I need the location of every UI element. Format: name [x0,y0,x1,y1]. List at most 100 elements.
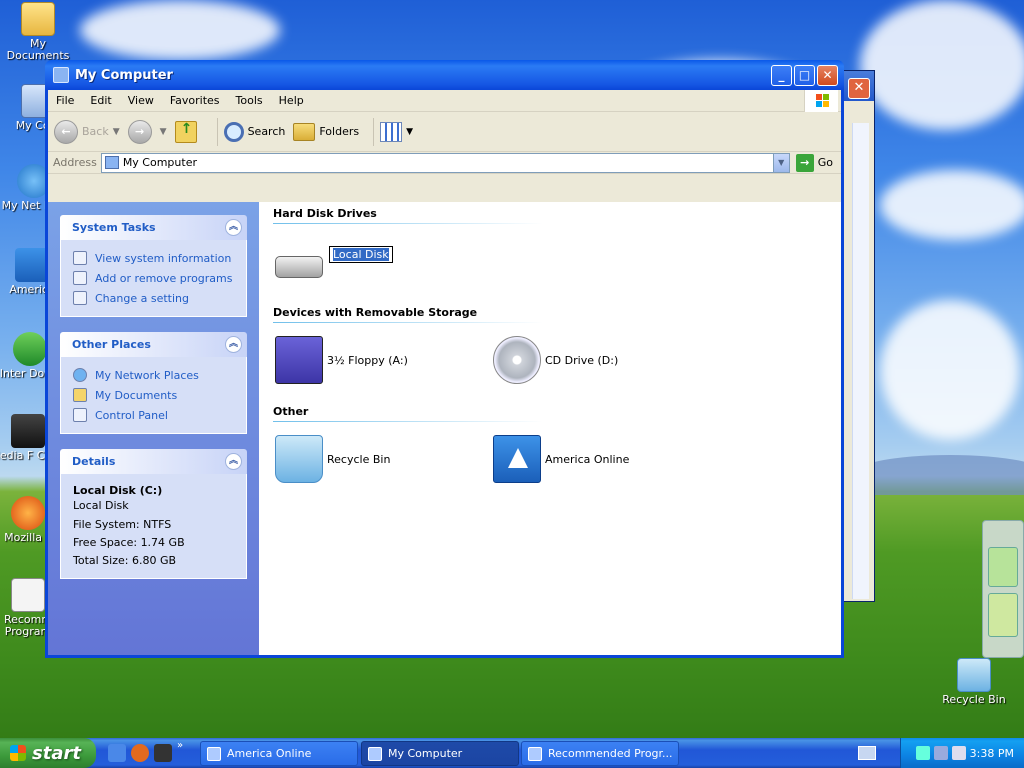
aol-icon [15,248,49,282]
window-client-area: File Edit View Favorites Tools Help ← Ba… [48,90,841,655]
computer-icon [368,746,382,761]
desktop-icon-recycle-bin[interactable]: Recycle Bin [936,658,1012,706]
menu-file[interactable]: File [48,94,82,107]
address-label: Address [53,156,97,169]
go-button[interactable]: → Go [795,153,833,172]
system-tasks-header[interactable]: System Tasks ︽ [60,215,247,240]
document-icon [11,578,45,612]
ie-icon[interactable] [108,744,126,762]
taskbar-item-america-online[interactable]: America Online [200,741,358,766]
link-view-system-information[interactable]: View system information [73,248,238,268]
background-window-scrollbar[interactable] [852,123,869,599]
menu-tools[interactable]: Tools [228,94,271,107]
aol-icon [207,746,221,761]
mailbox-icon[interactable] [988,547,1018,587]
keyboard-icon[interactable] [858,746,876,760]
running-man-icon[interactable] [988,593,1018,637]
background-window-close-button[interactable]: ✕ [848,78,870,99]
network-tray-icon[interactable] [915,746,930,760]
cd-drive-icon [493,336,541,384]
window-title: My Computer [75,67,173,83]
taskbar: start » America Online My Computer Recom… [0,738,1024,768]
item-floppy-drive[interactable]: 3½ Floppy (A:) [275,336,408,384]
views-icon [380,121,403,142]
menu-favorites[interactable]: Favorites [162,94,228,107]
aol-tray-icon[interactable] [951,746,966,760]
cloud [880,300,1020,440]
address-bar: Address My Computer ▼ → Go [48,152,841,174]
firefox-icon[interactable] [131,744,149,762]
item-america-online[interactable]: America Online [493,435,629,483]
taskbar-item-recommended-programs[interactable]: Recommended Progr... [521,741,679,766]
collapse-chevron-icon[interactable]: ︽ [225,219,242,236]
collapse-chevron-icon[interactable]: ︽ [225,336,242,353]
start-button[interactable]: start [0,738,96,768]
folders-button[interactable]: Folders [293,122,359,141]
item-cd-drive[interactable]: CD Drive (D:) [493,336,618,384]
windows-logo-icon [10,745,26,761]
quick-launch-chevron-icon[interactable]: » [177,740,183,762]
volume-tray-icon[interactable] [933,746,948,760]
taskbar-item-my-computer[interactable]: My Computer [361,741,519,766]
collapse-chevron-icon[interactable]: ︽ [225,453,242,470]
search-button[interactable]: Search [223,121,285,142]
menu-bar: File Edit View Favorites Tools Help [48,90,841,112]
folder-icon [21,2,55,36]
recycle-bin-icon [957,658,991,692]
system-info-icon [73,251,87,265]
distant-hill [850,455,1024,495]
link-my-documents[interactable]: My Documents [73,385,238,405]
details-type: Local Disk [73,499,129,512]
toolbar-separator [373,117,375,146]
menu-view[interactable]: View [120,94,162,107]
my-computer-window[interactable]: My Computer _ □ ✕ File Edit View Favorit… [45,60,844,658]
group-removable-storage: Devices with Removable Storage [273,306,543,323]
clock[interactable]: 3:38 PM [970,747,1014,760]
back-dropdown-icon[interactable]: ▼ [113,127,120,137]
item-recycle-bin[interactable]: Recycle Bin [275,435,390,483]
aim-buddy-widget[interactable] [982,520,1024,658]
link-change-setting[interactable]: Change a setting [73,288,238,308]
window-titlebar[interactable]: My Computer _ □ ✕ [48,60,841,90]
close-button[interactable]: ✕ [817,64,838,86]
explorer-body: System Tasks ︽ View system information A… [48,202,841,655]
forward-dropdown-icon[interactable]: ▼ [160,127,167,137]
back-arrow-icon: ← [54,119,78,144]
floppy-drive-icon [275,336,323,384]
forward-button[interactable]: → ▼ [127,119,167,144]
desktop-icon-my-documents[interactable]: My Documents [0,2,76,62]
document-icon [528,746,542,761]
control-panel-icon [73,408,87,422]
views-button[interactable]: ▼ [380,121,413,142]
up-folder-button[interactable] [174,120,203,143]
minimize-button[interactable]: _ [771,64,792,86]
group-other: Other [273,405,543,422]
system-tray: 3:38 PM [900,738,1024,768]
file-view: Hard Disk Drives Local Disk Devices with… [259,202,841,655]
windows-flag-icon [804,90,838,112]
menu-edit[interactable]: Edit [82,94,119,107]
other-places-header[interactable]: Other Places ︽ [60,332,247,357]
address-input[interactable]: My Computer ▼ [100,152,790,173]
media-player-icon[interactable] [154,744,172,762]
download-icon [13,332,47,366]
views-dropdown-icon[interactable]: ▼ [406,127,413,137]
rename-field[interactable]: Local Disk [329,245,393,263]
item-local-disk[interactable]: Local Disk [275,240,393,278]
cloud [880,170,1024,240]
recycle-bin-icon [275,435,323,483]
toolbar-separator [216,117,218,146]
network-globe-icon [73,368,87,382]
details-body: Local Disk (C:) Local Disk File System: … [60,474,247,579]
details-header[interactable]: Details ︽ [60,449,247,474]
address-value: My Computer [122,156,197,169]
back-button[interactable]: ← Back ▼ [54,119,120,144]
link-my-network-places[interactable]: My Network Places [73,365,238,385]
details-total-size: Total Size: 6.80 GB [73,554,177,567]
address-dropdown-icon[interactable]: ▼ [772,153,789,172]
maximize-button[interactable]: □ [794,64,815,86]
control-panel-icon [73,291,87,305]
link-control-panel[interactable]: Control Panel [73,405,238,425]
menu-help[interactable]: Help [271,94,312,107]
link-add-remove-programs[interactable]: Add or remove programs [73,268,238,288]
